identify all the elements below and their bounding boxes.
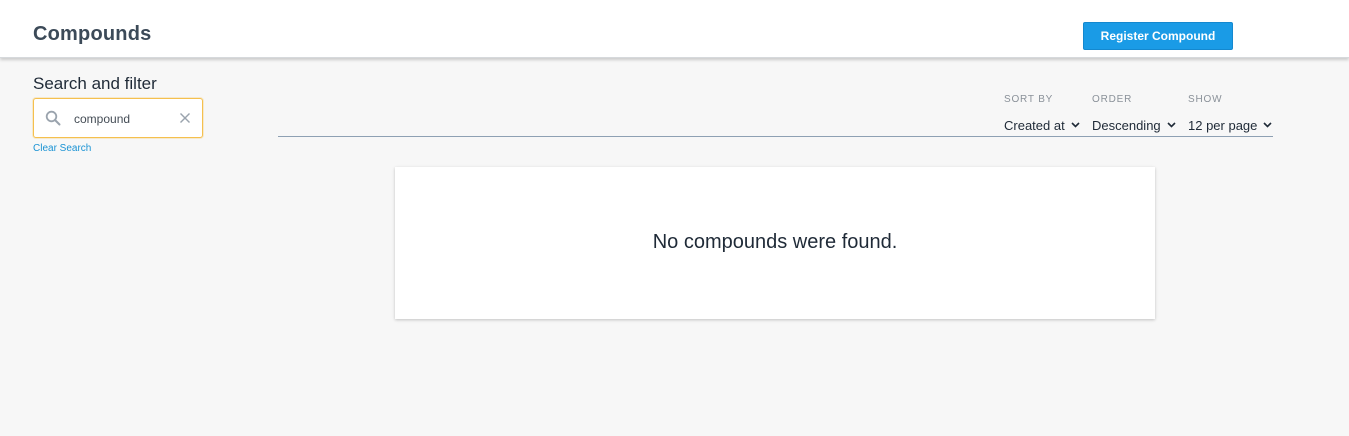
app-header: Compounds Register Compound bbox=[0, 0, 1349, 58]
sort-by-label: SORT BY bbox=[1004, 94, 1054, 105]
register-compound-button[interactable]: Register Compound bbox=[1083, 22, 1233, 50]
chevron-down-icon bbox=[1071, 122, 1080, 128]
page-title: Compounds bbox=[33, 23, 152, 45]
sort-by-select[interactable]: Created at bbox=[1004, 115, 1080, 135]
empty-results-card: No compounds were found. bbox=[395, 167, 1155, 319]
chevron-down-icon bbox=[1263, 122, 1272, 128]
page-size-value: 12 per page bbox=[1188, 117, 1258, 133]
order-select[interactable]: Descending bbox=[1092, 115, 1176, 135]
order-label: ORDER bbox=[1092, 94, 1133, 105]
order-value: Descending bbox=[1092, 117, 1161, 133]
filter-panel-title: Search and filter bbox=[33, 74, 157, 93]
clear-search-link[interactable]: Clear Search bbox=[33, 143, 91, 154]
sort-by-value: Created at bbox=[1004, 117, 1065, 133]
search-icon bbox=[45, 110, 61, 126]
page-size-select[interactable]: 12 per page bbox=[1188, 115, 1272, 135]
search-input[interactable] bbox=[74, 108, 174, 130]
show-label: SHOW bbox=[1188, 94, 1223, 105]
empty-results-message: No compounds were found. bbox=[652, 231, 898, 253]
results-divider bbox=[278, 136, 1273, 137]
close-icon[interactable] bbox=[177, 110, 193, 126]
search-field[interactable] bbox=[33, 98, 203, 138]
chevron-down-icon bbox=[1167, 122, 1176, 128]
